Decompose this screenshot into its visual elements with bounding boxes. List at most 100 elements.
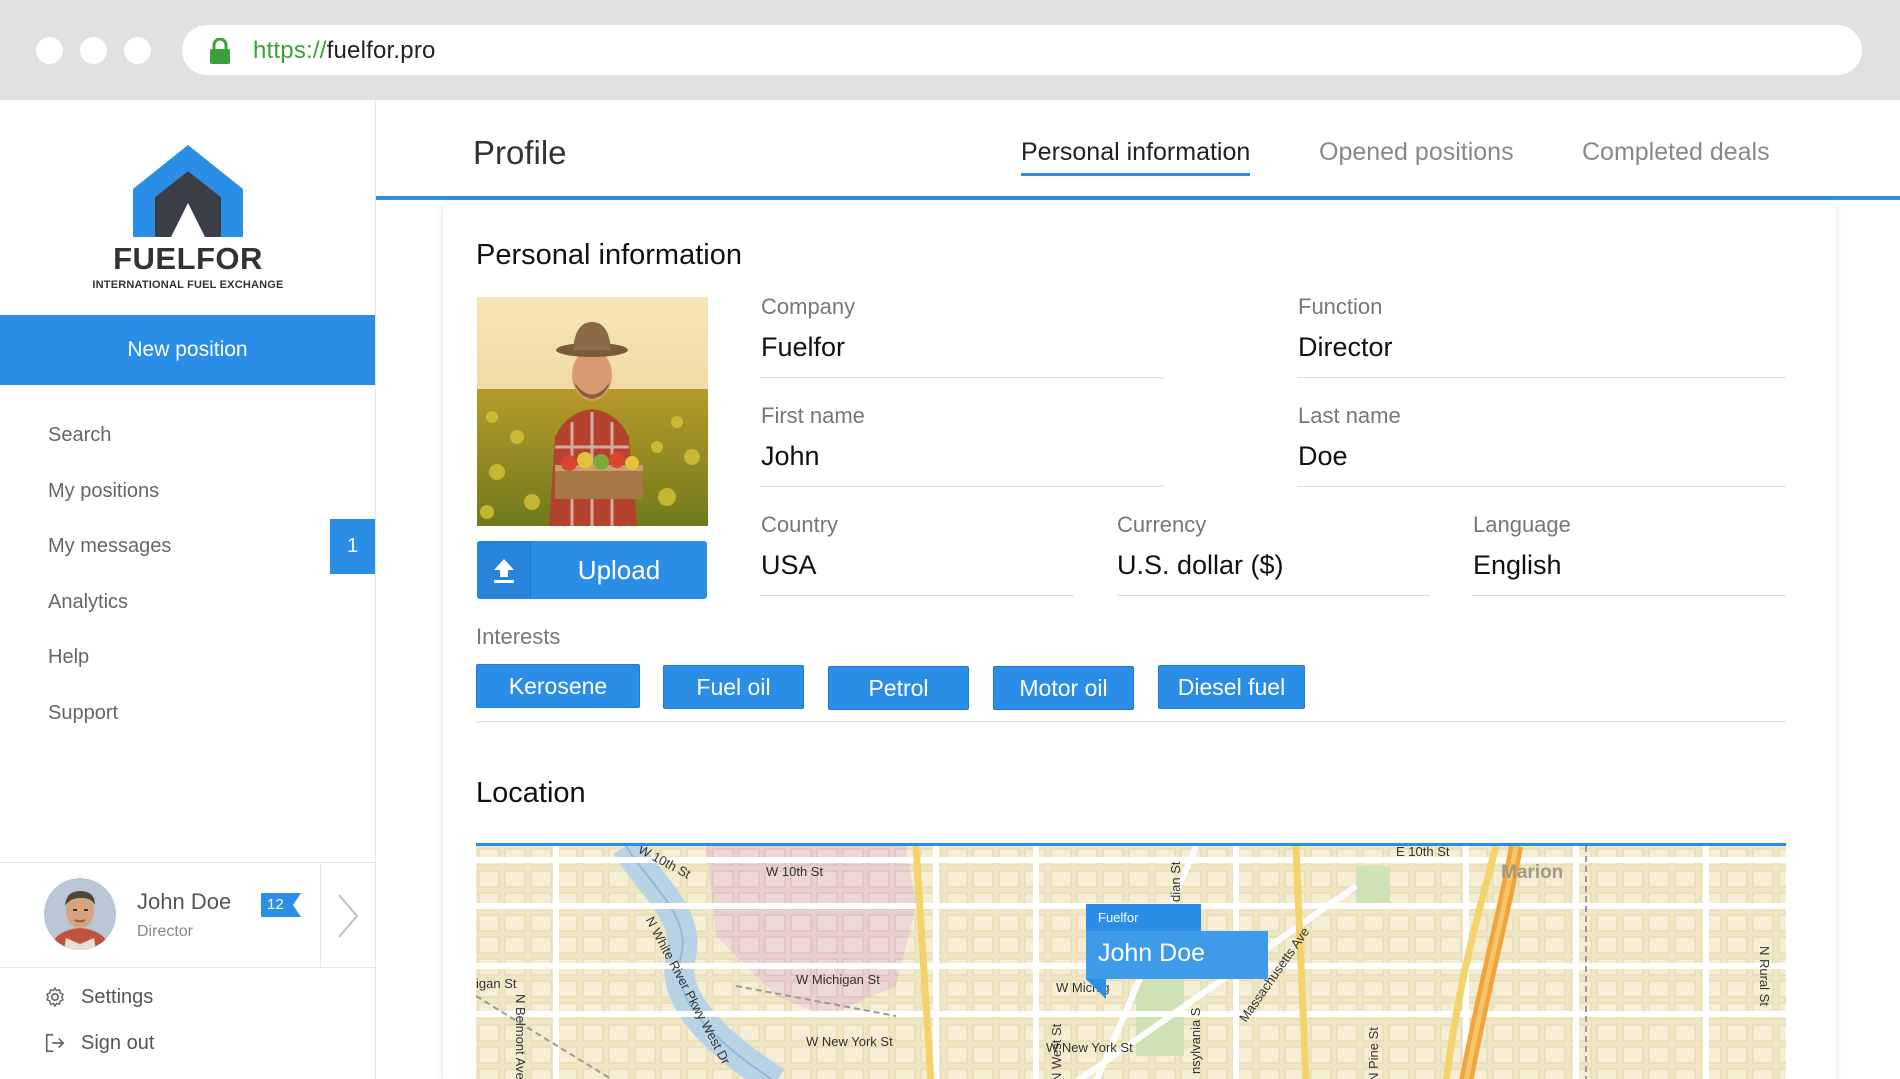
panel-divider bbox=[320, 863, 321, 967]
map-pin-tag: Fuelfor bbox=[1086, 904, 1201, 931]
personal-info-heading: Personal information bbox=[476, 239, 742, 271]
window-maximize-dot[interactable] bbox=[124, 37, 151, 64]
map-label-n-pine: N Pine St bbox=[1366, 1027, 1381, 1079]
interest-chip-fuel-oil[interactable]: Fuel oil bbox=[663, 665, 804, 709]
upload-button[interactable]: Upload bbox=[477, 541, 707, 599]
interest-chip-kerosene[interactable]: Kerosene bbox=[476, 664, 640, 708]
upload-icon-box bbox=[477, 541, 531, 599]
avatar[interactable] bbox=[44, 878, 116, 950]
interest-chip-petrol[interactable]: Petrol bbox=[828, 666, 969, 710]
page-header: Profile Personal information Opened posi… bbox=[376, 100, 1900, 200]
lock-icon bbox=[210, 38, 230, 64]
company-value[interactable]: Fuelfor bbox=[761, 328, 1164, 377]
sidebar-item-label: My messages bbox=[48, 535, 172, 557]
window-minimize-dot[interactable] bbox=[80, 37, 107, 64]
sidebar-item-label: Help bbox=[48, 646, 90, 668]
map-label-e10th: E 10th St bbox=[1396, 844, 1450, 859]
map-label-n-belmont: N Belmont Ave bbox=[513, 994, 528, 1079]
last-name-field[interactable]: Last name Doe bbox=[1298, 403, 1786, 487]
sidebar-item-label: Analytics bbox=[48, 590, 129, 613]
language-label: Language bbox=[1473, 512, 1571, 537]
currency-value[interactable]: U.S. dollar ($) bbox=[1117, 546, 1430, 595]
upload-icon bbox=[494, 559, 514, 583]
logo-name: FUELFOR bbox=[113, 241, 263, 276]
sign-out-label: Sign out bbox=[81, 1032, 155, 1054]
country-label: Country bbox=[761, 512, 839, 537]
user-role: Director bbox=[137, 923, 194, 940]
currency-field[interactable]: Currency U.S. dollar ($) bbox=[1117, 512, 1430, 596]
sidebar-item-search[interactable]: Search bbox=[0, 408, 375, 464]
first-name-value[interactable]: John bbox=[761, 437, 1164, 486]
interest-chip-motor-oil[interactable]: Motor oil bbox=[993, 666, 1134, 710]
tab-completed-deals[interactable]: Completed deals bbox=[1582, 138, 1770, 167]
sidebar-item-analytics[interactable]: Analytics bbox=[0, 575, 375, 631]
country-value[interactable]: USA bbox=[761, 546, 1074, 595]
profile-card: Personal information Upload Company Fuel… bbox=[443, 204, 1836, 1079]
first-name-label: First name bbox=[761, 403, 865, 428]
sign-out-icon bbox=[45, 1033, 65, 1053]
url-host: fuelfor.pro bbox=[326, 37, 436, 64]
avatar-image bbox=[44, 878, 116, 950]
browser-chrome: https://fuelfor.pro bbox=[0, 0, 1900, 100]
tab-opened-positions[interactable]: Opened positions bbox=[1319, 138, 1514, 167]
url-text: https://fuelfor.pro bbox=[253, 37, 436, 65]
map-pin-pointer-icon bbox=[1086, 979, 1106, 999]
profile-photo-image bbox=[477, 297, 708, 526]
function-value[interactable]: Director bbox=[1298, 328, 1786, 377]
interests-divider bbox=[476, 721, 1786, 722]
map-label-w10th-2: W 10th St bbox=[766, 864, 824, 879]
user-panel[interactable]: John Doe Director 12 bbox=[0, 862, 375, 968]
sign-out-link[interactable]: Sign out bbox=[44, 1028, 194, 1058]
fuelfor-logo bbox=[133, 145, 243, 237]
language-value[interactable]: English bbox=[1473, 546, 1786, 595]
interests-label: Interests bbox=[476, 624, 561, 649]
sidebar-item-label: Search bbox=[48, 424, 112, 446]
company-label: Company bbox=[761, 294, 856, 319]
sidebar: FUELFOR INTERNATIONAL FUEL EXCHANGE New … bbox=[0, 100, 376, 1079]
language-field[interactable]: Language English bbox=[1473, 512, 1786, 596]
location-heading: Location bbox=[476, 777, 586, 809]
sidebar-item-support[interactable]: Support bbox=[0, 686, 375, 742]
map-label-n-west: N West St bbox=[1049, 1023, 1064, 1079]
page-title: Profile bbox=[473, 134, 567, 171]
country-field[interactable]: Country USA bbox=[761, 512, 1074, 596]
map-label-marion: Marion bbox=[1501, 862, 1564, 883]
function-field[interactable]: Function Director bbox=[1298, 294, 1786, 378]
window-close-dot[interactable] bbox=[36, 37, 63, 64]
sidebar-item-my-messages[interactable]: My messages 1 bbox=[0, 519, 375, 575]
map-label-w-newyork: W New York St bbox=[806, 1034, 893, 1049]
sidebar-item-help[interactable]: Help bbox=[0, 630, 375, 686]
company-field[interactable]: Company Fuelfor bbox=[761, 294, 1164, 378]
settings-label: Settings bbox=[81, 986, 154, 1008]
user-message-count: 12 bbox=[267, 896, 284, 913]
function-label: Function bbox=[1298, 294, 1383, 319]
user-message-badge[interactable]: 12 bbox=[261, 893, 301, 917]
messages-count-badge: 1 bbox=[330, 519, 375, 574]
map-label-w-michigan: W Michigan St bbox=[796, 972, 880, 987]
interest-chip-diesel-fuel[interactable]: Diesel fuel bbox=[1158, 665, 1305, 709]
map-label-indiana: dian St bbox=[1168, 861, 1183, 902]
map-label-n-rural: N Rural St bbox=[1757, 946, 1772, 1006]
url-protocol: https:// bbox=[253, 37, 327, 64]
new-position-button[interactable]: New position bbox=[0, 315, 375, 385]
chevron-right-icon[interactable] bbox=[336, 893, 360, 939]
address-bar[interactable]: https://fuelfor.pro bbox=[182, 25, 1862, 75]
sidebar-nav: Search My positions My messages 1 Analyti… bbox=[0, 408, 375, 741]
first-name-field[interactable]: First name John bbox=[761, 403, 1164, 487]
settings-link[interactable]: Settings bbox=[44, 982, 194, 1012]
upload-label: Upload bbox=[577, 555, 661, 585]
logo-tagline: INTERNATIONAL FUEL EXCHANGE bbox=[92, 279, 284, 291]
sidebar-item-my-positions[interactable]: My positions bbox=[0, 464, 375, 520]
user-name: John Doe bbox=[137, 889, 232, 914]
gear-icon bbox=[46, 987, 64, 1007]
last-name-label: Last name bbox=[1298, 403, 1401, 428]
logo[interactable]: FUELFOR INTERNATIONAL FUEL EXCHANGE bbox=[0, 145, 376, 295]
last-name-value[interactable]: Doe bbox=[1298, 437, 1786, 486]
sidebar-item-label: My positions bbox=[48, 479, 160, 502]
location-map[interactable]: W 10th St W 10th St E 10th St igan St N … bbox=[476, 843, 1786, 1079]
map-label-michigan-left: igan St bbox=[476, 976, 517, 991]
profile-photo[interactable] bbox=[477, 297, 708, 526]
tab-personal-information[interactable]: Personal information bbox=[1021, 138, 1251, 176]
sidebar-item-label: Support bbox=[48, 701, 119, 724]
map-pin-name: John Doe bbox=[1086, 931, 1268, 979]
